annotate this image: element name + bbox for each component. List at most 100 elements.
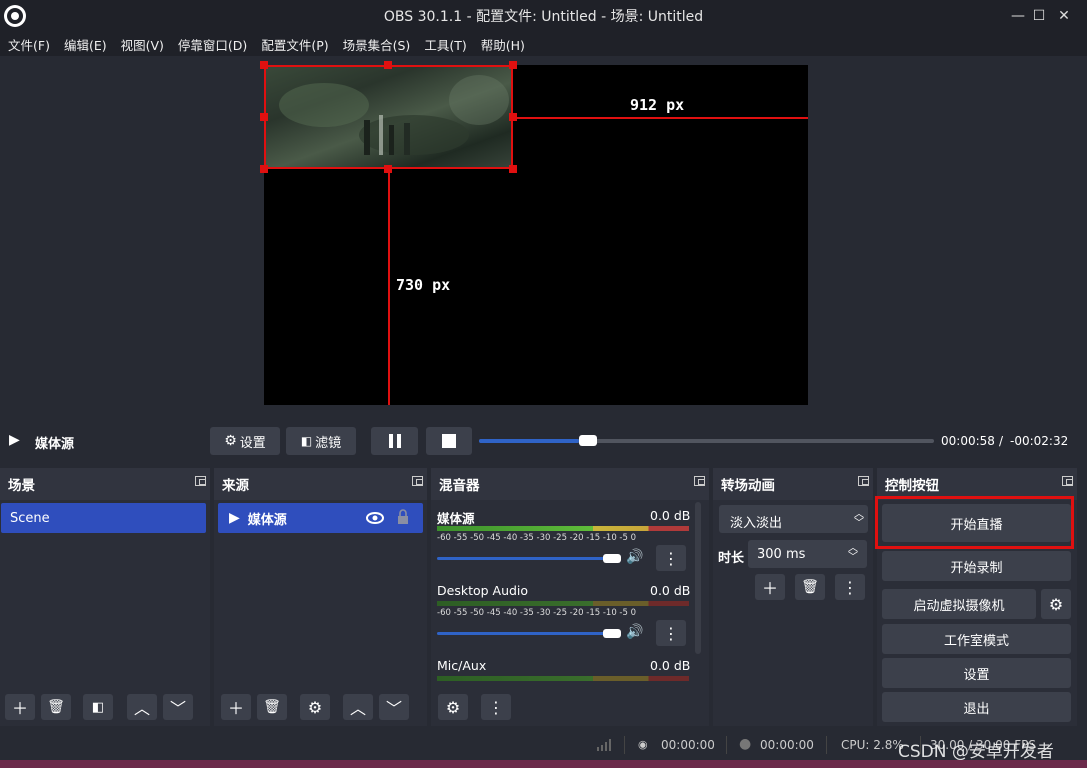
resize-handle[interactable] xyxy=(260,113,268,121)
channel-menu-button[interactable]: ⋮ xyxy=(656,545,686,571)
mixer-menu-button[interactable]: ⋮ xyxy=(481,694,511,720)
chevron-down-icon: ﹀ xyxy=(169,699,186,718)
spin-arrows-icon[interactable]: ︿ ﹀ xyxy=(848,544,858,563)
source-properties-button[interactable]: ⚙ xyxy=(300,694,330,720)
resize-handle[interactable] xyxy=(509,61,517,69)
menu-file[interactable]: 文件(F) xyxy=(8,35,50,54)
move-scene-down-button[interactable]: ﹀ xyxy=(163,694,193,720)
play-icon: ▶ xyxy=(9,432,20,448)
volume-slider[interactable] xyxy=(437,557,612,560)
scene-item[interactable]: Scene xyxy=(1,503,206,533)
undock-icon[interactable] xyxy=(858,476,869,486)
scene-item-label: Scene xyxy=(10,510,50,526)
media-progress-knob[interactable] xyxy=(579,435,598,446)
obs-logo-icon xyxy=(4,5,26,27)
media-source-name: 媒体源 xyxy=(35,437,75,452)
media-remaining-time: -00:02:32 xyxy=(1010,434,1069,448)
plus-icon: ＋ xyxy=(227,699,244,718)
audio-settings-button[interactable]: ⚙ xyxy=(438,694,468,720)
remove-scene-button[interactable]: 🗑 xyxy=(41,694,71,720)
mixer-channel-name: 媒体源 xyxy=(437,511,475,526)
menu-profile[interactable]: 配置文件(P) xyxy=(261,35,328,54)
move-source-down-button[interactable]: ﹀ xyxy=(379,694,409,720)
sources-title: 来源 xyxy=(222,478,249,494)
duration-spinbox[interactable]: 300 ms ︿ ﹀ xyxy=(748,540,867,568)
add-transition-button[interactable]: ＋ xyxy=(755,574,785,600)
media-elapsed-time: 00:00:58 xyxy=(941,434,995,448)
mixer-channel-db: 0.0 dB xyxy=(650,583,691,598)
width-measurement: 912 px xyxy=(630,96,685,114)
menu-bar: 文件(F) 编辑(E) 视图(V) 停靠窗口(D) 配置文件(P) 场景集合(S… xyxy=(0,32,1087,56)
pause-button[interactable] xyxy=(371,427,418,455)
volume-slider-knob[interactable] xyxy=(603,629,621,638)
kebab-menu-icon: ⋮ xyxy=(663,548,679,568)
minimize-button[interactable]: — xyxy=(1008,8,1028,24)
volume-slider-knob[interactable] xyxy=(603,554,621,563)
stream-time: 00:00:00 xyxy=(661,738,715,752)
channel-menu-button[interactable]: ⋮ xyxy=(656,620,686,646)
scenes-header: 场景 xyxy=(0,468,210,500)
menu-tools[interactable]: 工具(T) xyxy=(424,35,466,54)
separator xyxy=(726,736,727,754)
gears-icon: ⚙ xyxy=(445,697,461,717)
menu-help[interactable]: 帮助(H) xyxy=(481,35,525,54)
undock-icon[interactable] xyxy=(195,476,206,486)
media-progress-track[interactable] xyxy=(479,435,934,446)
plus-icon: ＋ xyxy=(761,579,778,598)
transition-menu-button[interactable]: ⋮ xyxy=(835,574,865,600)
speaker-icon[interactable]: 🔊 xyxy=(626,624,643,640)
move-source-up-button[interactable]: ︿ xyxy=(343,694,373,720)
source-filters-button[interactable]: ◧ 滤镜 xyxy=(286,427,356,455)
transition-select[interactable]: 淡入淡出 ︿ ﹀ xyxy=(719,505,868,533)
source-selection-box[interactable] xyxy=(264,65,513,169)
resize-handle[interactable] xyxy=(384,61,392,69)
resize-handle[interactable] xyxy=(260,165,268,173)
remove-transition-button[interactable]: 🗑 xyxy=(795,574,825,600)
chevron-up-icon: ︿ xyxy=(133,699,150,718)
mixer-channel-name: Desktop Audio xyxy=(437,583,529,598)
mixer-scrollbar[interactable] xyxy=(695,502,701,654)
signal-bars-icon xyxy=(597,739,611,751)
undock-icon[interactable] xyxy=(412,476,423,486)
remove-source-button[interactable]: 🗑 xyxy=(257,694,287,720)
time-separator: / xyxy=(999,434,1004,448)
source-item[interactable]: ▶ 媒体源 xyxy=(218,503,423,533)
resize-handle[interactable] xyxy=(260,61,268,69)
media-controls-bar: ▶ 媒体源 ⚙ 设置 ◧ 滤镜 00:00:58 / -00:02:32 xyxy=(0,420,1087,462)
add-scene-button[interactable]: ＋ xyxy=(5,694,35,720)
mixer-dock: 混音器 媒体源 0.0 dB -60 -55 -50 -45 -40 -35 -… xyxy=(431,468,709,726)
menu-edit[interactable]: 编辑(E) xyxy=(64,35,107,54)
source-settings-button[interactable]: ⚙ 设置 xyxy=(210,427,280,455)
virtual-camera-settings-button[interactable]: ⚙ xyxy=(1041,589,1071,619)
menu-scene-collection[interactable]: 场景集合(S) xyxy=(343,35,411,54)
add-source-button[interactable]: ＋ xyxy=(221,694,251,720)
menu-docks[interactable]: 停靠窗口(D) xyxy=(178,35,247,54)
virtual-camera-label: 启动虚拟摄像机 xyxy=(913,598,1005,614)
start-virtual-camera-button[interactable]: 启动虚拟摄像机 xyxy=(882,589,1036,619)
speaker-icon[interactable]: 🔊 xyxy=(626,549,643,565)
start-recording-button[interactable]: 开始录制 xyxy=(882,551,1071,581)
exit-button[interactable]: 退出 xyxy=(882,692,1071,722)
maximize-button[interactable]: ☐ xyxy=(1029,8,1049,24)
start-recording-label: 开始录制 xyxy=(950,560,1003,576)
trash-icon: 🗑 xyxy=(801,579,819,595)
updown-chevron-icon: ︿ ﹀ xyxy=(854,509,864,529)
volume-slider[interactable] xyxy=(437,632,612,635)
undock-icon[interactable] xyxy=(694,476,705,486)
controls-dock: 控制按钮 开始直播 开始录制 启动虚拟摄像机 ⚙ 工作室模式 设置 退出 xyxy=(875,468,1077,726)
menu-view[interactable]: 视图(V) xyxy=(121,35,164,54)
lock-icon[interactable] xyxy=(397,509,409,525)
eye-visibility-icon[interactable] xyxy=(366,511,384,525)
stop-button[interactable] xyxy=(426,427,472,455)
settings-button[interactable]: 设置 xyxy=(882,658,1071,688)
move-scene-up-button[interactable]: ︿ xyxy=(127,694,157,720)
resize-handle[interactable] xyxy=(509,165,517,173)
close-button[interactable]: ✕ xyxy=(1054,8,1074,24)
kebab-menu-icon: ⋮ xyxy=(842,577,858,597)
scenes-dock: 场景 Scene ＋ 🗑 ◧ ︿ ﹀ xyxy=(0,468,210,726)
mixer-title: 混音器 xyxy=(439,478,480,494)
undock-icon[interactable] xyxy=(1062,476,1073,486)
studio-mode-button[interactable]: 工作室模式 xyxy=(882,624,1071,654)
controls-title: 控制按钮 xyxy=(885,478,939,494)
scene-filters-button[interactable]: ◧ xyxy=(83,694,113,720)
